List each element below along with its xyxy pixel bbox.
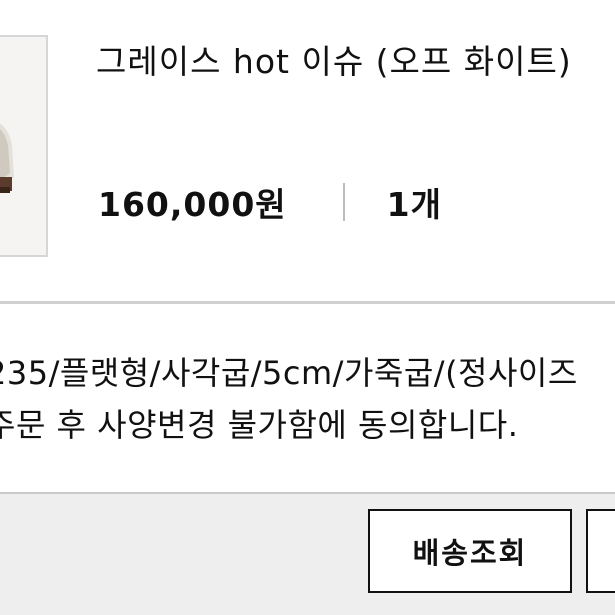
action-bar: 배송조회 — [0, 492, 615, 615]
vertical-divider — [342, 183, 345, 221]
product-title[interactable]: 그레이스 hot 이슈 (오프 화이트) — [96, 36, 615, 88]
product-quantity: 1개 — [386, 185, 442, 224]
section-divider — [0, 301, 615, 304]
product-price: 160,000원 — [98, 185, 287, 224]
product-thumbnail[interactable] — [0, 35, 48, 257]
price-quantity-row: 160,000원 1개 — [98, 176, 442, 228]
track-shipping-button[interactable]: 배송조회 — [368, 509, 572, 593]
order-item-card: 그레이스 hot 이슈 (오프 화이트) 160,000원 1개 235/플랫형… — [0, 0, 615, 615]
product-option: 235/플랫형/사각굽/5cm/가죽굽/(정사이즈 — [0, 354, 578, 392]
shoe-image — [0, 37, 46, 255]
agreement-notice: 주문 후 사양변경 불가함에 동의합니다. — [0, 406, 519, 444]
secondary-action-button[interactable] — [586, 509, 615, 593]
